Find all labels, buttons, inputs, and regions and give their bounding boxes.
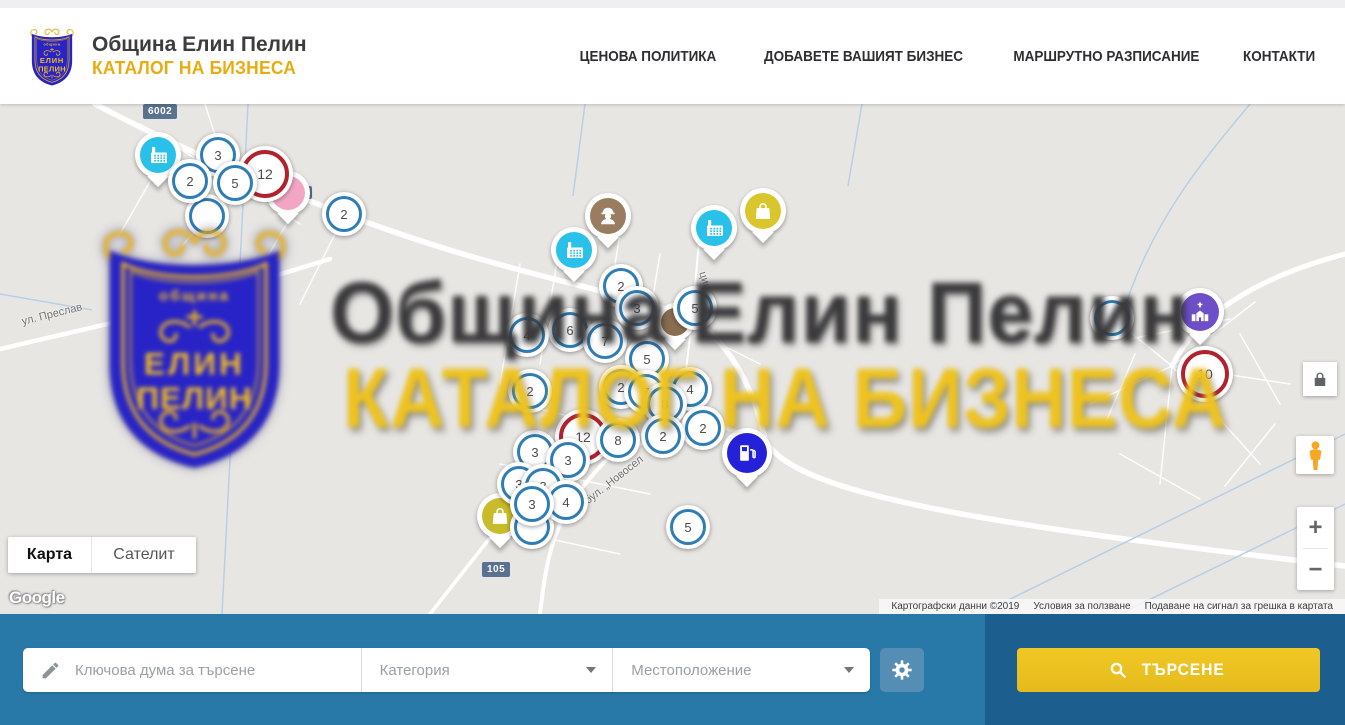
marker-cluster[interactable]: 2 [508,369,552,413]
keyword-search-input[interactable] [73,661,361,680]
header: Община Елин Пелин КАТАЛОГ НА БИЗНЕСА ЦЕН… [0,8,1345,104]
street-view-pegman[interactable] [1296,436,1334,474]
page: Община Елин Пелин КАТАЛОГ НА БИЗНЕСА ЦЕН… [0,0,1345,725]
nav-item-3[interactable]: КОНТАКТИ [1243,48,1315,65]
map-type-map-button[interactable]: Карта [8,537,91,573]
map-type-satellite-button[interactable]: Сателит [91,537,196,573]
location-select[interactable]: Местоположение [613,648,870,692]
marker-cluster[interactable]: 2 [641,414,685,458]
marker-cluster[interactable]: 2 [168,159,212,203]
zoom-out-button[interactable]: − [1297,549,1334,590]
chevron-down-icon [844,667,854,673]
gear-icon [891,659,913,681]
brand-text: Община Елин Пелин КАТАЛОГ НА БИЗНЕСА [92,33,307,78]
marker-cluster[interactable]: 2 [322,192,366,236]
marker-cluster[interactable]: 5 [673,286,717,330]
site-logo[interactable]: Община Елин Пелин КАТАЛОГ НА БИЗНЕСА [26,25,307,87]
map-pin-bag-icon[interactable] [740,188,786,234]
map-pin-fuel-icon[interactable] [722,428,772,478]
map-pin-factory-icon[interactable] [551,227,597,273]
map-canvas[interactable]: 6002105 ул. Преславбул. „Новоселции 3122… [0,104,1345,614]
category-select-label: Категория [380,662,450,679]
advanced-settings-button[interactable] [880,648,924,692]
map-pin-worker-icon[interactable] [585,193,631,239]
terms-link[interactable]: Условия за ползване [1026,601,1137,612]
report-error-link[interactable]: Подаване на сигнал за грешка в картата [1138,601,1340,612]
map-type-control: Карта Сателит [8,537,196,573]
nav-item-1[interactable]: ДОБАВЕТЕ ВАШИЯТ БИЗНЕС [764,48,963,65]
search-box: Категория Местоположение [23,648,870,692]
google-logo[interactable]: Google [9,588,65,608]
zoom-in-button[interactable]: + [1297,507,1334,548]
marker-cluster[interactable]: 5 [213,161,257,205]
marker-cluster[interactable] [1090,296,1134,340]
map-pin-church-icon[interactable] [1176,288,1224,336]
lock-button[interactable] [1303,362,1337,396]
main-nav: ЦЕНОВА ПОЛИТИКА ДОБАВЕТЕ ВАШИЯТ БИЗНЕС МАР… [572,48,1319,65]
keyword-field-wrap [23,648,361,692]
lock-icon [1313,371,1327,387]
marker-cluster[interactable]: 2 [681,406,725,450]
marker-cluster[interactable]: 4 [505,313,549,357]
marker-cluster[interactable]: 3 [615,286,659,330]
search-bar: Категория Местоположение [0,614,1345,725]
search-icon [1109,661,1127,679]
pencil-icon [40,660,61,681]
nav-item-2[interactable]: МАРШРУТНО РАЗПИСАНИЕ [1013,48,1199,65]
attribution-copyright: Картографски данни ©2019 [884,601,1026,612]
marker-cluster[interactable]: 8 [596,418,640,462]
search-button-label: ТЪРСЕНЕ [1141,660,1224,680]
top-strip [0,0,1345,8]
site-subtitle: КАТАЛОГ НА БИЗНЕСА [92,58,300,79]
nav-item-0[interactable]: ЦЕНОВА ПОЛИТИКА [580,48,717,65]
chevron-down-icon [586,667,596,673]
municipality-crest-icon [26,25,78,87]
marker-cluster[interactable]: 5 [666,505,710,549]
map-markers: 31225223564752427822128333843510 [0,104,1345,614]
site-title: Община Елин Пелин [92,33,307,57]
map-pin-factory-icon[interactable] [691,205,737,251]
search-button[interactable]: ТЪРСЕНЕ [1017,648,1320,692]
category-select[interactable]: Категория [362,648,613,692]
location-select-label: Местоположение [631,662,751,679]
marker-cluster[interactable]: 7 [583,319,627,363]
pegman-icon [1307,441,1324,470]
marker-cluster[interactable]: 3 [510,482,554,526]
marker-cluster[interactable]: 10 [1177,346,1233,402]
zoom-control: + − [1297,507,1334,590]
map-attribution: Картографски данни ©2019 Условия за полз… [879,599,1345,614]
